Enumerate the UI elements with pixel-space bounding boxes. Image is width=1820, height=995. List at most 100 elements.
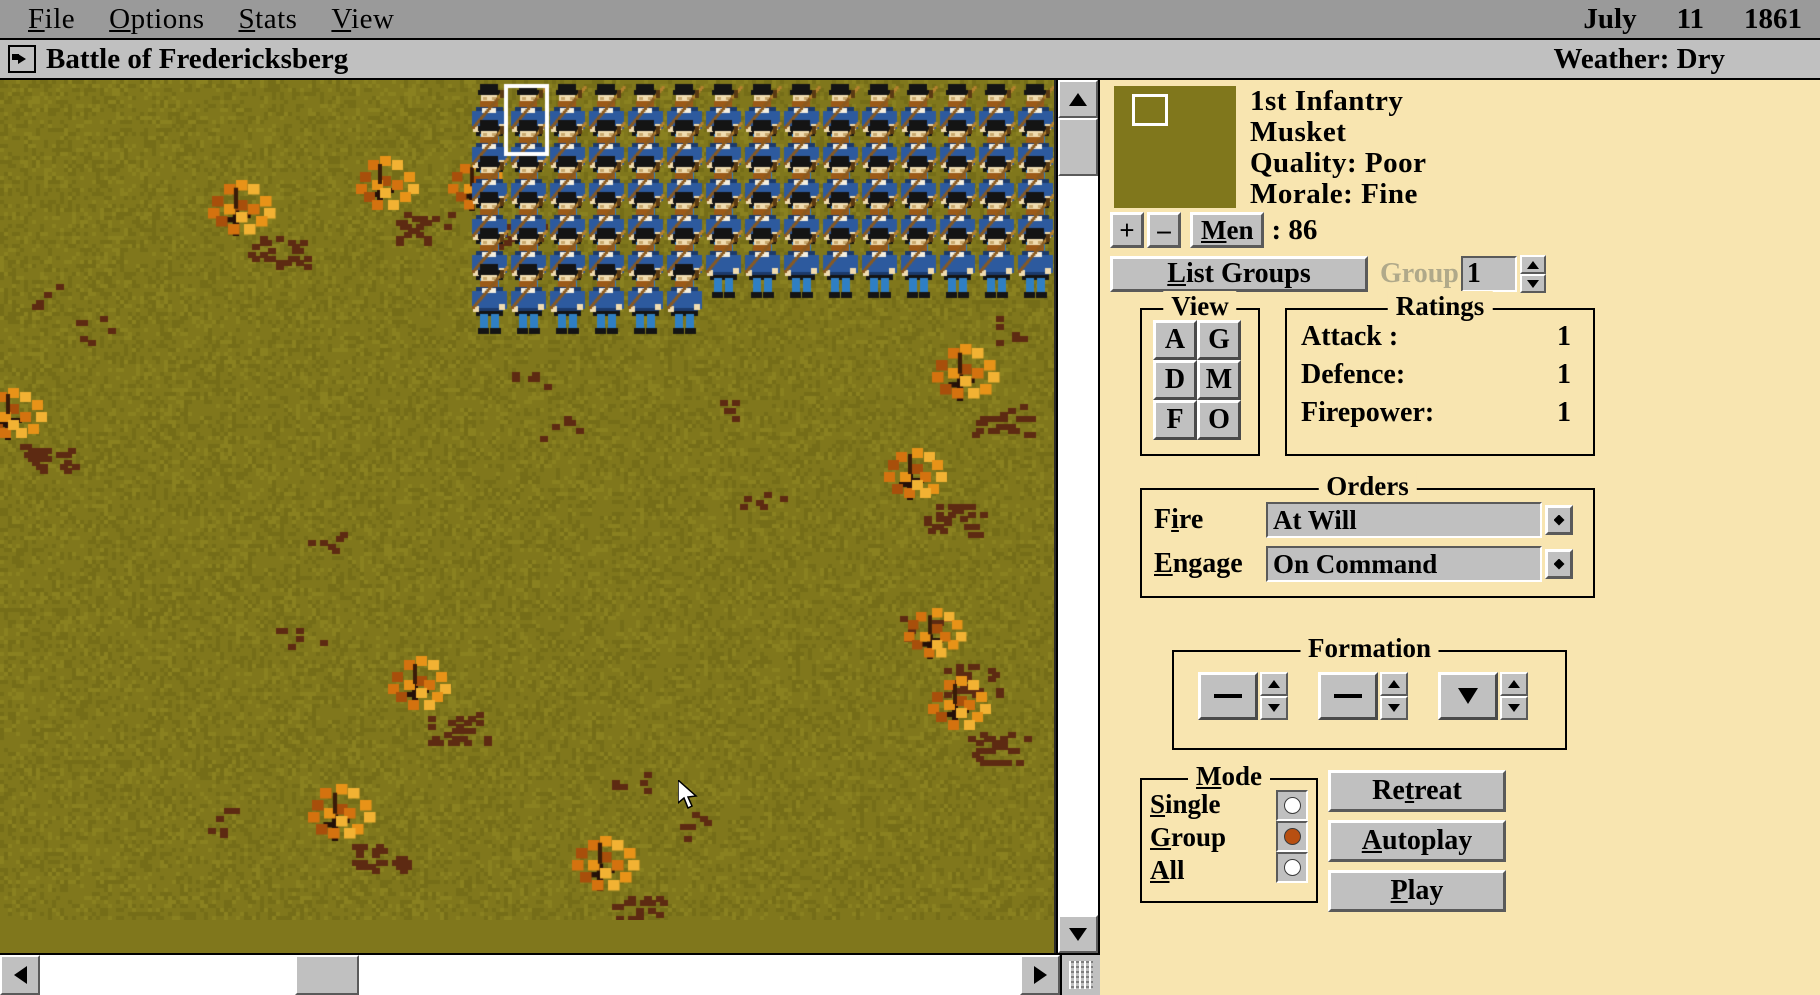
horizontal-scroll-thumb[interactable] [295,955,359,995]
weather-status: Weather: Dry [1553,42,1725,75]
view-button-f[interactable]: F [1153,400,1197,440]
date-day: 11 [1676,2,1704,35]
mode-radio-group[interactable] [1276,821,1308,852]
mode-radio-single[interactable] [1276,790,1308,821]
view-groupbox: View A G D M F O [1140,291,1260,456]
view-button-g[interactable]: G [1197,320,1241,360]
menu-view[interactable]: View [331,3,394,36]
scroll-down-button[interactable] [1058,915,1098,953]
battle-map[interactable] [0,80,1056,953]
chevron-down-icon [1388,704,1400,712]
scroll-left-button[interactable] [0,955,40,995]
formation-width-down[interactable] [1260,696,1288,720]
chevron-up-icon [1508,680,1520,688]
rating-firepower-label: Firepower: [1301,397,1435,428]
battle-title: Battle of Fredericksberg [46,42,349,75]
radio-dot-icon [1283,797,1301,814]
retreat-button[interactable]: Retreat [1328,770,1506,812]
resize-grip[interactable] [1060,955,1100,995]
chevron-up-icon [1268,680,1280,688]
formation-facing-arrows[interactable] [1500,672,1528,720]
group-spinner-up[interactable] [1519,255,1546,274]
formation-depth-arrows[interactable] [1380,672,1408,720]
formation-facing-down[interactable] [1500,696,1528,720]
radio-dot-selected-icon [1283,828,1301,845]
map-and-vscroll [0,80,1100,953]
mode-groupbox: Mode Single Group All [1140,761,1318,903]
orders-legend: Orders [1318,471,1417,502]
formation-width-arrows[interactable] [1260,672,1288,720]
system-menu-icon[interactable] [8,45,36,73]
formation-depth-spinner[interactable] [1318,672,1408,720]
men-count: : 86 [1271,213,1318,246]
menu-stats[interactable]: Stats [239,3,298,36]
view-button-m[interactable]: M [1197,360,1241,400]
rating-defence-label: Defence: [1301,359,1406,390]
horizontal-scroll-track-right[interactable] [359,955,1020,995]
men-increase-button[interactable]: + [1110,212,1144,248]
game-window: File Options Stats View July 11 1861 Bat… [0,0,1820,995]
menu-options[interactable]: Options [109,3,204,36]
list-groups-button[interactable]: List Groups [1110,256,1368,292]
mode-radio-column [1276,788,1308,887]
formation-depth-up[interactable] [1380,672,1408,696]
scroll-up-button[interactable] [1058,80,1098,118]
formation-facing-up[interactable] [1500,672,1528,696]
vertical-scroll-track[interactable] [1058,176,1098,915]
fire-order-row: Fire At Will [1154,502,1573,538]
engage-order-row: Engage On Command [1154,546,1573,582]
view-button-a[interactable]: A [1153,320,1197,360]
unit-name: 1st Infantry [1250,85,1404,117]
map-horizontal-scrollbar[interactable] [0,953,1100,995]
view-button-o[interactable]: O [1197,400,1241,440]
dash-icon [1334,694,1362,698]
map-canvas[interactable] [0,80,1054,920]
body: 1st Infantry Musket Quality: Poor Morale… [0,80,1820,995]
view-button-d[interactable]: D [1153,360,1197,400]
formation-facing-display[interactable] [1438,672,1498,720]
unit-quality: Quality: Poor [1250,147,1427,179]
menu-file[interactable]: File [28,3,75,36]
engage-order-dropdown-button[interactable] [1545,549,1573,579]
play-button[interactable]: Play [1328,870,1506,912]
scroll-right-button[interactable] [1020,955,1060,995]
diamond-icon [1553,558,1565,570]
mode-radio-all[interactable] [1276,852,1308,883]
group-number-field[interactable]: 1 [1460,256,1517,292]
map-vertical-scrollbar[interactable] [1056,80,1100,953]
formation-depth-down[interactable] [1380,696,1408,720]
rating-firepower-value: 1 [1557,397,1571,428]
formation-width-up[interactable] [1260,672,1288,696]
formation-width-spinner[interactable] [1198,672,1288,720]
formation-groupbox: Formation [1172,633,1567,750]
mode-label-all: All [1150,855,1185,885]
date-month: July [1583,2,1637,35]
menu-items: File Options Stats View [0,3,429,36]
date-year: 1861 [1744,2,1802,35]
chevron-down-icon [1526,279,1539,288]
men-button[interactable]: Men [1190,212,1265,248]
formation-facing-spinner[interactable] [1438,672,1528,720]
rating-attack: Attack : 1 [1301,318,1581,356]
horizontal-scroll-track-left[interactable] [40,955,295,995]
map-column [0,80,1100,995]
men-controls: + – Men : 86 [1110,212,1317,248]
mode-labels: Single Group All [1150,788,1226,887]
engage-order-label: Engage [1154,548,1243,579]
formation-width-display[interactable] [1198,672,1258,720]
mode-options: Single Group All [1150,788,1308,887]
radio-dot-icon [1283,859,1301,876]
rating-defence-value: 1 [1557,359,1571,390]
mode-label-group: Group [1150,822,1227,852]
formation-depth-display[interactable] [1318,672,1378,720]
engage-order-value[interactable]: On Command [1266,546,1542,582]
unit-preview[interactable] [1114,86,1236,208]
men-decrease-button[interactable]: – [1147,212,1181,248]
view-button-grid: A G D M F O [1153,320,1241,440]
fire-order-value[interactable]: At Will [1266,502,1542,538]
group-spinner[interactable] [1519,255,1546,293]
autoplay-button[interactable]: Autoplay [1328,820,1506,862]
vertical-scroll-thumb[interactable] [1058,118,1098,176]
fire-order-dropdown-button[interactable] [1545,505,1573,535]
group-spinner-down[interactable] [1519,274,1546,293]
